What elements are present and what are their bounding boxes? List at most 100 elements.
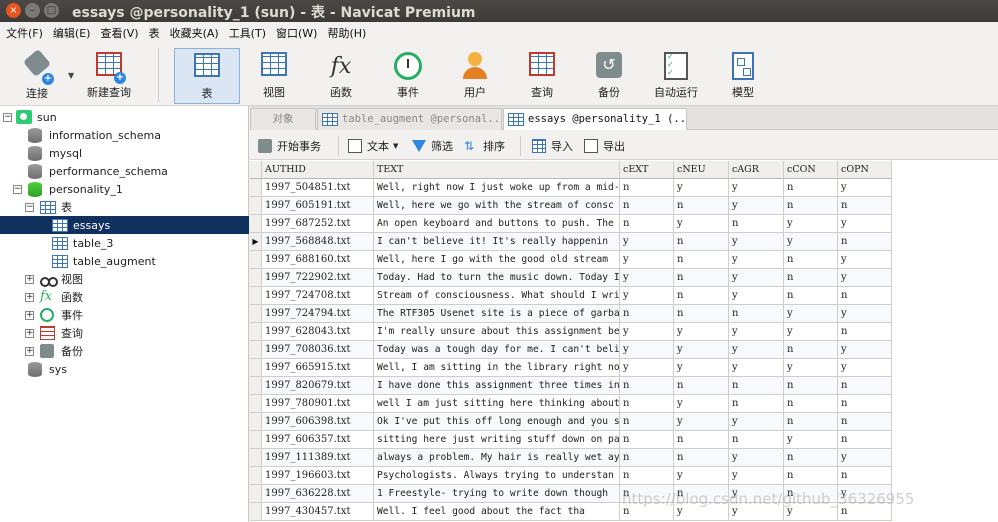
cell-cneu[interactable]: n xyxy=(674,251,729,269)
column-header-ccon[interactable]: cCON xyxy=(784,161,838,179)
cell-cext[interactable]: n xyxy=(620,431,674,449)
cell-cext[interactable]: n xyxy=(620,197,674,215)
autorun-button[interactable]: 自动运行 xyxy=(643,48,709,104)
cell-cagr[interactable]: y xyxy=(729,269,784,287)
collapse-icon[interactable]: − xyxy=(13,184,22,194)
cell-copn[interactable]: y xyxy=(838,179,892,197)
import-button[interactable]: 导入 xyxy=(532,137,573,155)
table-row[interactable]: 1997_820679.txt I have done this assignme… xyxy=(250,377,892,395)
cell-copn[interactable]: y xyxy=(838,449,892,467)
row-indicator[interactable] xyxy=(250,467,262,485)
column-header-cneu[interactable]: cNEU xyxy=(674,161,729,179)
menu-view[interactable]: 查看(V) xyxy=(100,25,138,41)
menu-edit[interactable]: 编辑(E) xyxy=(53,25,91,41)
cell-authid[interactable]: 1997_724794.txt xyxy=(262,305,374,323)
cell-cagr[interactable]: n xyxy=(729,377,784,395)
cell-copn[interactable]: y xyxy=(838,305,892,323)
cell-text[interactable]: sitting here just writing stuff down on … xyxy=(374,431,620,449)
tree-table-table-3[interactable]: table_3 xyxy=(0,234,249,252)
table-row[interactable]: 1997_628043.txt I'm really unsure about t… xyxy=(250,323,892,341)
cell-cneu[interactable]: n xyxy=(674,197,729,215)
row-indicator[interactable] xyxy=(250,503,262,521)
cell-cneu[interactable]: y xyxy=(674,413,729,431)
cell-authid[interactable]: 1997_504851.txt xyxy=(262,179,374,197)
cell-ccon[interactable]: y xyxy=(784,215,838,233)
cell-authid[interactable]: 1997_780901.txt xyxy=(262,395,374,413)
cell-cext[interactable]: y xyxy=(620,251,674,269)
cell-text[interactable]: I'm really unsure about this assignment … xyxy=(374,323,620,341)
export-button[interactable]: 导出 xyxy=(584,137,625,155)
cell-cneu[interactable]: n xyxy=(674,377,729,395)
table-row[interactable]: 1997_688160.txt Well, here I go with the … xyxy=(250,251,892,269)
cell-cagr[interactable]: y xyxy=(729,359,784,377)
row-indicator[interactable] xyxy=(250,305,262,323)
cell-cagr[interactable]: y xyxy=(729,467,784,485)
tree-functions-node[interactable]: + fx 函数 xyxy=(0,288,249,306)
cell-ccon[interactable]: n xyxy=(784,413,838,431)
collapse-icon[interactable]: − xyxy=(25,202,34,212)
cell-ccon[interactable]: n xyxy=(784,179,838,197)
cell-cext[interactable]: n xyxy=(620,395,674,413)
text-view-button[interactable]: 文本 ▼ xyxy=(348,137,398,155)
cell-ccon[interactable]: n xyxy=(784,269,838,287)
tree-events-node[interactable]: + 事件 xyxy=(0,306,249,324)
cell-copn[interactable]: n xyxy=(838,287,892,305)
cell-authid[interactable]: 1997_708036.txt xyxy=(262,341,374,359)
cell-ccon[interactable]: y xyxy=(784,431,838,449)
table-row[interactable]: 1997_722902.txt Today. Had to turn the mu… xyxy=(250,269,892,287)
table-row[interactable]: 1997_665915.txt Well, I am sitting in the… xyxy=(250,359,892,377)
cell-cneu[interactable]: y xyxy=(674,341,729,359)
row-indicator[interactable] xyxy=(250,251,262,269)
cell-text[interactable]: I can't believe it! It's really happenin xyxy=(374,233,620,251)
row-indicator[interactable] xyxy=(250,287,262,305)
expand-icon[interactable]: + xyxy=(25,274,34,284)
column-header-text[interactable]: TEXT xyxy=(374,161,620,179)
cell-text[interactable]: I have done this assignment three times … xyxy=(374,377,620,395)
cell-ccon[interactable]: n xyxy=(784,287,838,305)
cell-cneu[interactable]: n xyxy=(674,449,729,467)
cell-authid[interactable]: 1997_568848.txt xyxy=(262,233,374,251)
menu-table[interactable]: 表 xyxy=(149,25,160,41)
user-button[interactable]: 用户 xyxy=(442,48,508,104)
row-indicator[interactable] xyxy=(250,449,262,467)
table-row[interactable]: 1997_196603.txt Psychologists. Always try… xyxy=(250,467,892,485)
cell-ccon[interactable]: n xyxy=(784,377,838,395)
cell-text[interactable]: Well, I am sitting in the library right … xyxy=(374,359,620,377)
cell-authid[interactable]: 1997_111389.txt xyxy=(262,449,374,467)
cell-ccon[interactable]: n xyxy=(784,341,838,359)
tree-views-node[interactable]: + 视图 xyxy=(0,270,249,288)
cell-copn[interactable]: n xyxy=(838,197,892,215)
cell-cext[interactable]: y xyxy=(620,233,674,251)
row-indicator[interactable] xyxy=(250,197,262,215)
cell-ccon[interactable]: y xyxy=(784,323,838,341)
cell-text[interactable]: well I am just sitting here thinking abo… xyxy=(374,395,620,413)
cell-cext[interactable]: n xyxy=(620,179,674,197)
cell-cneu[interactable]: y xyxy=(674,323,729,341)
row-indicator[interactable] xyxy=(250,215,262,233)
expand-icon[interactable]: + xyxy=(25,346,34,356)
tab-table-augment[interactable]: table_augment @personal... xyxy=(317,108,502,130)
tree-backups-node[interactable]: + 备份 xyxy=(0,342,249,360)
cell-authid[interactable]: 1997_430457.txt xyxy=(262,503,374,521)
cell-ccon[interactable]: y xyxy=(784,233,838,251)
cell-cagr[interactable]: y xyxy=(729,449,784,467)
cell-cagr[interactable]: y xyxy=(729,341,784,359)
cell-cneu[interactable]: y xyxy=(674,395,729,413)
cell-text[interactable]: Stream of consciousness. What should I w… xyxy=(374,287,620,305)
column-header-cagr[interactable]: cAGR xyxy=(729,161,784,179)
sort-button[interactable]: ⇅ 排序 xyxy=(464,137,505,155)
cell-cext[interactable]: n xyxy=(620,215,674,233)
collapse-icon[interactable]: − xyxy=(3,112,12,122)
cell-cagr[interactable]: y xyxy=(729,233,784,251)
cell-cext[interactable]: y xyxy=(620,323,674,341)
tree-db-personality-1[interactable]: − personality_1 xyxy=(0,180,249,198)
cell-cext[interactable]: n xyxy=(620,449,674,467)
cell-cagr[interactable]: n xyxy=(729,431,784,449)
row-indicator[interactable] xyxy=(250,431,262,449)
cell-cneu[interactable]: n xyxy=(674,233,729,251)
cell-text[interactable]: The RTF305 Usenet site is a piece of gar… xyxy=(374,305,620,323)
cell-authid[interactable]: 1997_724708.txt xyxy=(262,287,374,305)
cell-cagr[interactable]: y xyxy=(729,287,784,305)
close-window-button[interactable]: × xyxy=(6,3,21,18)
cell-copn[interactable]: y xyxy=(838,341,892,359)
